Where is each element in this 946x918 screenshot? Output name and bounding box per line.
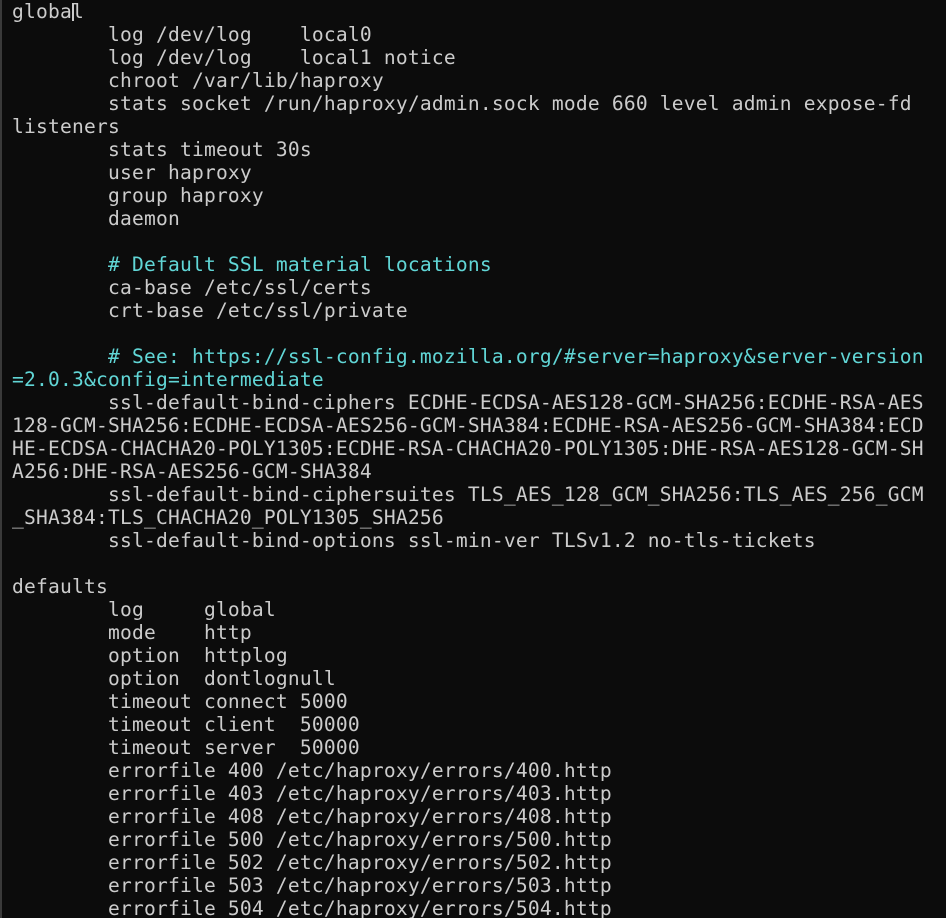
- config-comment-line: # Default SSL material locations: [12, 253, 492, 276]
- config-line: errorfile 408 /etc/haproxy/errors/408.ht…: [12, 805, 612, 828]
- config-line: defaults: [12, 575, 108, 598]
- config-line: errorfile 503 /etc/haproxy/errors/503.ht…: [12, 874, 612, 897]
- config-line: ssl-default-bind-ciphers ECDHE-ECDSA-AES…: [12, 391, 924, 414]
- config-line: timeout client 50000: [12, 713, 360, 736]
- config-line: log /dev/log local1 notice: [12, 46, 456, 69]
- config-line: log global: [12, 598, 276, 621]
- config-line: chroot /var/lib/haproxy: [12, 69, 384, 92]
- config-line: ca-base /etc/ssl/certs: [12, 276, 372, 299]
- config-line: errorfile 403 /etc/haproxy/errors/403.ht…: [12, 782, 612, 805]
- config-line: _SHA384:TLS_CHACHA20_POLY1305_SHA256: [12, 506, 444, 529]
- config-line: 128-GCM-SHA256:ECDHE-ECDSA-AES256-GCM-SH…: [12, 414, 924, 437]
- config-comment-line: # See: https://ssl-config.mozilla.org/#s…: [12, 345, 924, 368]
- config-line: timeout connect 5000: [12, 690, 348, 713]
- terminal-text-area[interactable]: global log /dev/log local0 log /dev/log …: [12, 0, 924, 918]
- config-line: stats socket /run/haproxy/admin.sock mod…: [12, 92, 912, 115]
- config-line: ssl-default-bind-ciphersuites TLS_AES_12…: [12, 483, 924, 506]
- config-line: mode http: [12, 621, 252, 644]
- config-line: log /dev/log local0: [12, 23, 372, 46]
- config-line: group haproxy: [12, 184, 264, 207]
- config-line: listeners: [12, 115, 120, 138]
- config-line: crt-base /etc/ssl/private: [12, 299, 408, 322]
- config-line: global: [12, 0, 84, 23]
- config-line: A256:DHE-RSA-AES256-GCM-SHA384: [12, 460, 372, 483]
- terminal-window[interactable]: global log /dev/log local0 log /dev/log …: [0, 0, 946, 918]
- text-cursor: [72, 3, 74, 21]
- config-line: errorfile 504 /etc/haproxy/errors/504.ht…: [12, 897, 612, 918]
- config-line: errorfile 502 /etc/haproxy/errors/502.ht…: [12, 851, 612, 874]
- config-line: errorfile 400 /etc/haproxy/errors/400.ht…: [12, 759, 612, 782]
- config-line: errorfile 500 /etc/haproxy/errors/500.ht…: [12, 828, 612, 851]
- config-line: daemon: [12, 207, 180, 230]
- config-comment-line: =2.0.3&config=intermediate: [12, 368, 324, 391]
- config-line: option dontlognull: [12, 667, 336, 690]
- config-line: HE-ECDSA-CHACHA20-POLY1305:ECDHE-RSA-CHA…: [12, 437, 924, 460]
- config-line: ssl-default-bind-options ssl-min-ver TLS…: [12, 529, 816, 552]
- config-line: stats timeout 30s: [12, 138, 312, 161]
- config-line: user haproxy: [12, 161, 252, 184]
- config-line: option httplog: [12, 644, 288, 667]
- config-line: timeout server 50000: [12, 736, 360, 759]
